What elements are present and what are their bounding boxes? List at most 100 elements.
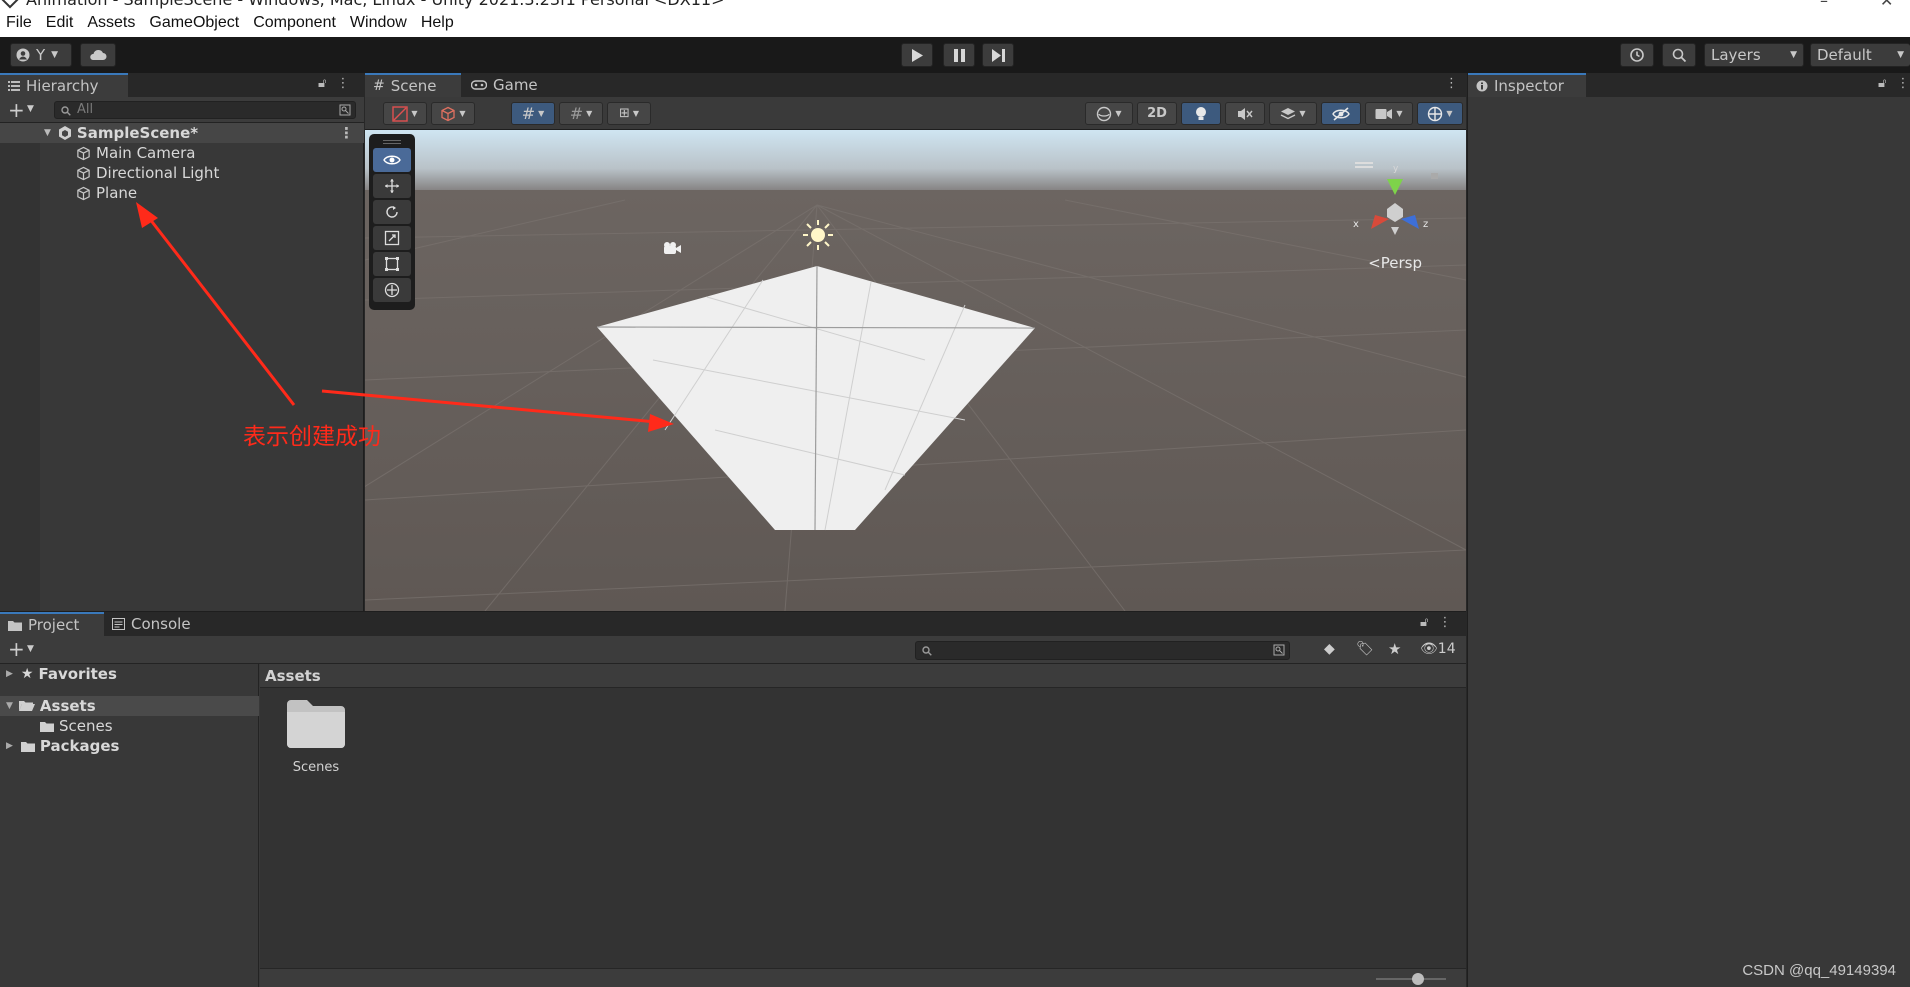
more-options-icon[interactable]: ⋮ bbox=[1896, 76, 1909, 91]
tab-inspector[interactable]: Inspector bbox=[1468, 73, 1586, 97]
chevron-down-icon[interactable]: ▼ bbox=[27, 644, 34, 654]
view-tool-button[interactable] bbox=[373, 148, 411, 172]
hidden-count: 14 bbox=[1437, 641, 1456, 657]
search-icon bbox=[1672, 48, 1686, 62]
undo-history-button[interactable] bbox=[1620, 43, 1654, 67]
hidden-eye-icon: 👁︎ bbox=[1420, 641, 1438, 657]
account-icon bbox=[16, 48, 30, 62]
menu-edit[interactable]: Edit bbox=[46, 14, 74, 32]
tab-hierarchy[interactable]: Hierarchy bbox=[0, 73, 128, 97]
menu-window[interactable]: Window bbox=[350, 14, 407, 32]
2d-toggle-button[interactable]: 2D bbox=[1137, 102, 1177, 125]
favorite-star-icon[interactable]: ★ bbox=[1388, 640, 1401, 658]
menu-file[interactable]: File bbox=[6, 14, 32, 32]
gizmo-lock-icon[interactable] bbox=[1431, 173, 1438, 179]
audio-toggle-button[interactable] bbox=[1225, 102, 1265, 125]
more-options-icon[interactable]: ⋮ bbox=[1445, 76, 1458, 91]
menu-component[interactable]: Component bbox=[253, 14, 336, 32]
minimize-button[interactable]: – bbox=[1820, 0, 1828, 9]
hierarchy-item-directional-light[interactable]: Directional Light bbox=[0, 163, 364, 183]
expand-arrow-icon[interactable]: ▶ bbox=[6, 741, 13, 751]
hierarchy-item-plane[interactable]: Plane bbox=[0, 183, 364, 203]
lock-icon[interactable]: 🔓︎ bbox=[1878, 76, 1886, 91]
scene-viewport[interactable]: y x z <Persp bbox=[365, 130, 1466, 611]
layers-label: Layers bbox=[1711, 46, 1761, 64]
close-button[interactable]: ✕ bbox=[1880, 0, 1893, 9]
more-options-icon[interactable]: ⋮ bbox=[1438, 615, 1451, 630]
tree-item-favorites[interactable]: ▶ ★ Favorites bbox=[0, 664, 259, 684]
asset-item-scenes[interactable]: Scenes bbox=[280, 698, 352, 775]
more-options-icon[interactable]: ⋮ bbox=[336, 76, 349, 91]
expand-arrow-icon[interactable]: ▼ bbox=[6, 701, 13, 711]
filter-by-label-icon[interactable]: 🏷︎ bbox=[1356, 641, 1374, 657]
snap-button[interactable]: # ▼ bbox=[559, 102, 603, 125]
search-filter-icon[interactable] bbox=[339, 104, 351, 116]
filter-by-type-icon[interactable]: ◆ bbox=[1324, 641, 1335, 657]
gizmos-button[interactable]: ▼ bbox=[1417, 102, 1463, 125]
chevron-down-icon[interactable]: ▼ bbox=[27, 104, 34, 114]
chevron-down-icon: ▼ bbox=[51, 50, 59, 60]
zoom-slider-thumb[interactable] bbox=[1412, 973, 1424, 985]
more-options-icon[interactable]: ⋮ bbox=[339, 124, 354, 142]
hierarchy-search-input[interactable]: All bbox=[54, 101, 356, 119]
draw-sphere-button[interactable]: ▼ bbox=[1085, 102, 1133, 125]
transform-tool-palette bbox=[369, 134, 415, 310]
hidden-packages-button[interactable]: 👁︎14 bbox=[1420, 641, 1456, 657]
hierarchy-scene-row[interactable]: ▼ SampleScene* ⋮ bbox=[0, 123, 364, 143]
play-button[interactable] bbox=[901, 43, 933, 67]
scale-tool-button[interactable] bbox=[373, 226, 411, 250]
step-button[interactable] bbox=[982, 43, 1014, 67]
lighting-toggle-button[interactable] bbox=[1181, 102, 1221, 125]
pause-button[interactable] bbox=[943, 43, 975, 67]
add-icon[interactable]: + bbox=[8, 98, 25, 122]
gizmo-z-label: z bbox=[1423, 219, 1428, 230]
transform-tool-button[interactable] bbox=[373, 278, 411, 302]
projection-label[interactable]: <Persp bbox=[1368, 254, 1422, 272]
increment-snap-button[interactable]: ⊞ ▼ bbox=[607, 102, 651, 125]
tree-item-assets[interactable]: ▼ Assets bbox=[0, 696, 259, 716]
project-search-input[interactable] bbox=[915, 641, 1290, 660]
lock-icon[interactable]: 🔓︎ bbox=[1420, 615, 1428, 630]
palette-drag-handle[interactable] bbox=[383, 140, 401, 144]
chevron-down-icon: ▼ bbox=[1299, 109, 1306, 118]
grid-toggle-button[interactable]: # ▼ bbox=[511, 102, 555, 125]
scene-name: SampleScene* bbox=[76, 124, 199, 142]
move-tool-button[interactable] bbox=[373, 174, 411, 198]
hierarchy-item-main-camera[interactable]: Main Camera bbox=[0, 143, 364, 163]
lock-icon[interactable]: 🔓︎ bbox=[318, 76, 326, 91]
project-tab-label: Project bbox=[28, 616, 80, 634]
menu-assets[interactable]: Assets bbox=[87, 14, 135, 32]
menu-gameobject[interactable]: GameObject bbox=[149, 14, 239, 32]
project-panel: Project Console 🔓︎ ⋮ + ▼ ◆ 🏷︎ ★ 👁︎14 ▶ ★… bbox=[0, 611, 1466, 987]
search-filter-icon[interactable] bbox=[1273, 644, 1285, 656]
layout-dropdown[interactable]: Default ▼ bbox=[1810, 43, 1910, 67]
directional-light-gizmo[interactable] bbox=[803, 220, 833, 250]
rotate-tool-button[interactable] bbox=[373, 200, 411, 224]
scene-visibility-button[interactable] bbox=[1321, 102, 1361, 125]
layers-dropdown[interactable]: Layers ▼ bbox=[1704, 43, 1804, 67]
render-mode-button[interactable]: ▼ bbox=[431, 102, 475, 125]
tab-project[interactable]: Project bbox=[0, 612, 104, 636]
expand-arrow-icon[interactable]: ▼ bbox=[44, 128, 51, 138]
breadcrumb[interactable]: Assets bbox=[260, 664, 1466, 688]
add-icon[interactable]: + bbox=[8, 637, 25, 661]
asset-item-label: Scenes bbox=[292, 760, 340, 775]
inspector-tab-icons: 🔓︎ ⋮ bbox=[1878, 76, 1909, 91]
search-button[interactable] bbox=[1662, 43, 1696, 67]
zoom-slider-track[interactable] bbox=[1376, 978, 1446, 980]
tree-item-packages[interactable]: ▶ Packages bbox=[0, 736, 259, 756]
camera-settings-button[interactable]: ▼ bbox=[1365, 102, 1413, 125]
effects-button[interactable]: ▼ bbox=[1269, 102, 1317, 125]
account-dropdown[interactable]: Y ▼ bbox=[10, 43, 72, 67]
menu-help[interactable]: Help bbox=[421, 14, 454, 32]
tab-scene[interactable]: # Scene bbox=[365, 73, 461, 97]
draw-mode-button[interactable]: ▼ bbox=[383, 102, 427, 125]
tree-item-scenes[interactable]: Scenes bbox=[0, 716, 259, 736]
cloud-button[interactable] bbox=[80, 43, 116, 67]
chevron-down-icon: ▼ bbox=[538, 109, 545, 118]
tab-console[interactable]: Console bbox=[104, 612, 208, 636]
expand-arrow-icon[interactable]: ▶ bbox=[6, 669, 13, 679]
rect-tool-button[interactable] bbox=[373, 252, 411, 276]
object-label: Directional Light bbox=[96, 164, 220, 182]
tab-game[interactable]: Game bbox=[463, 73, 553, 97]
